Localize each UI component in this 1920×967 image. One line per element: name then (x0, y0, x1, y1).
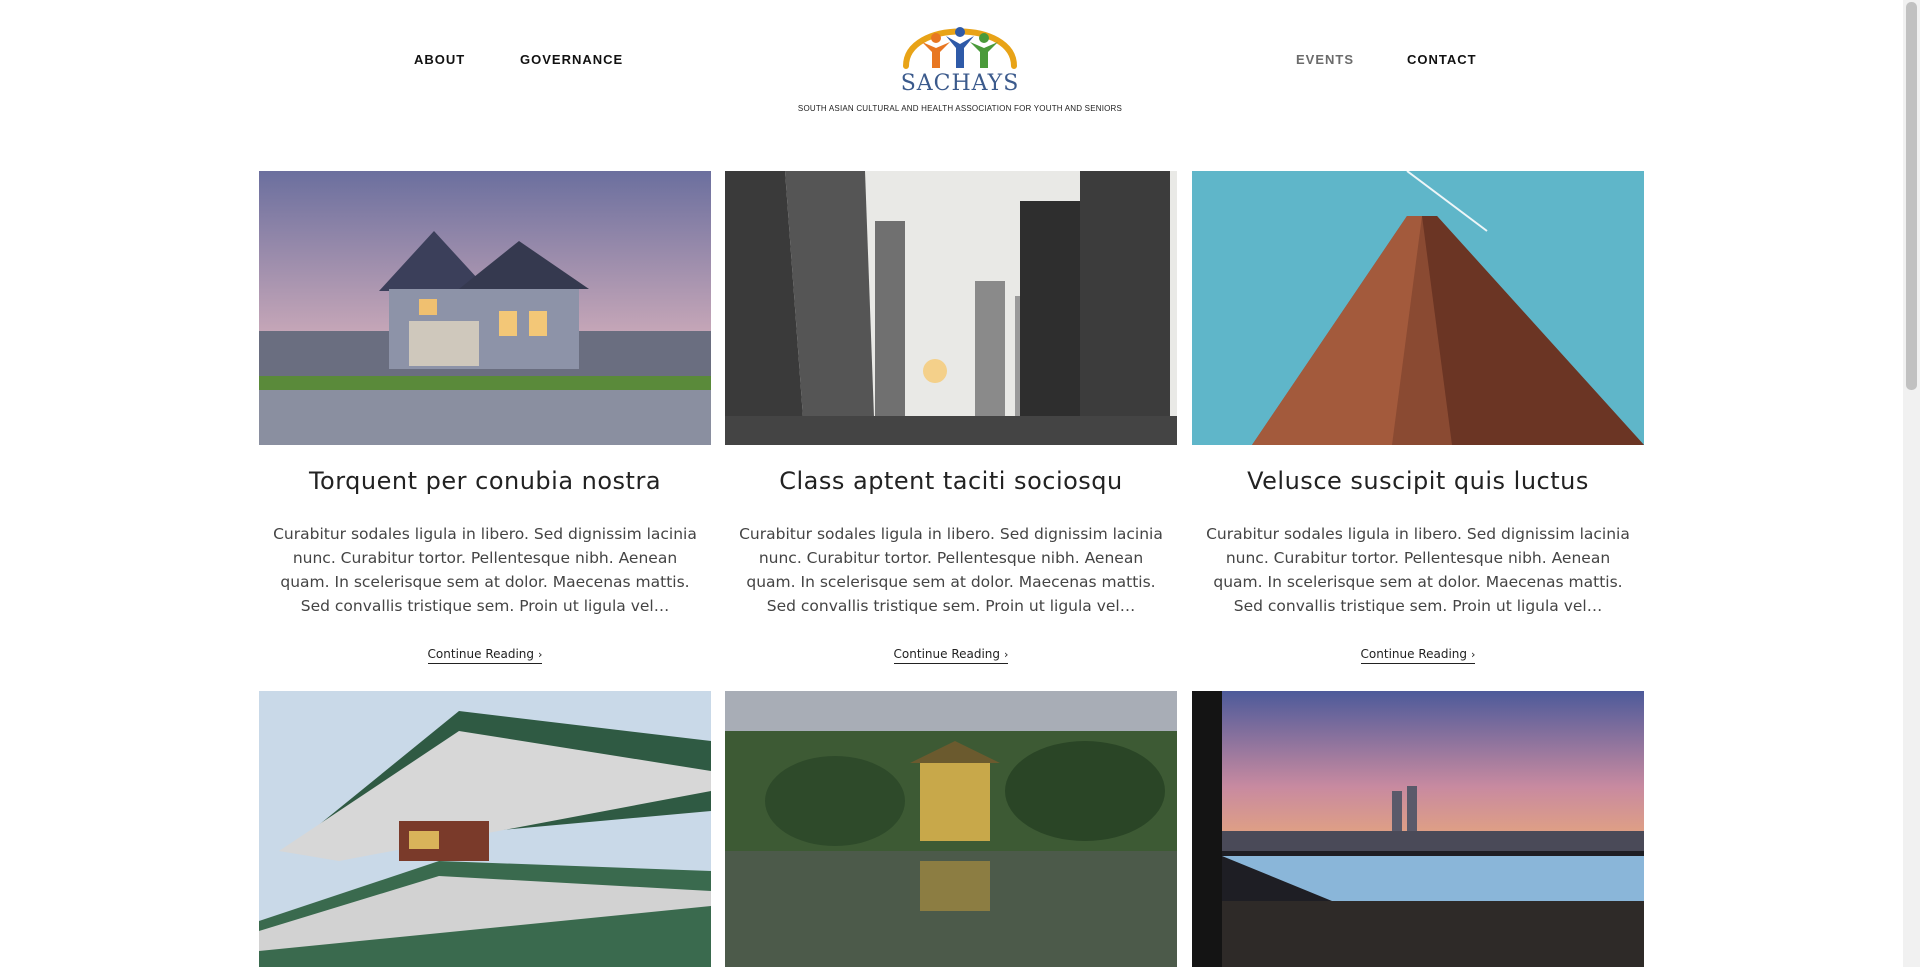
chevron-right-icon: › (1004, 648, 1009, 661)
post-excerpt: Curabitur sodales ligula in libero. Sed … (739, 525, 1163, 615)
continue-reading-label: Continue Reading (1360, 647, 1468, 661)
post-title[interactable]: Class aptent taciti sociosqu (725, 467, 1177, 495)
continue-reading-link[interactable]: Continue Reading › (1360, 647, 1476, 664)
infinity-pool-skyline-photo-icon (1192, 691, 1644, 967)
nav-about[interactable]: ABOUT (414, 52, 465, 67)
scrollbar[interactable] (1903, 0, 1920, 967)
post-image[interactable] (259, 691, 711, 967)
post-title[interactable]: Torquent per conubia nostra (259, 467, 711, 495)
post-image[interactable] (1192, 691, 1644, 967)
continue-reading-label: Continue Reading (893, 647, 1001, 661)
skyscraper-photo-icon (1192, 171, 1644, 445)
logo-tagline: SOUTH ASIAN CULTURAL AND HEALTH ASSOCIAT… (797, 104, 1123, 113)
continue-reading-label: Continue Reading (427, 647, 535, 661)
chevron-right-icon: › (538, 648, 543, 661)
post-title[interactable]: Velusce suscipit quis luctus (1192, 467, 1644, 495)
continue-reading-wrap: Continue Reading › (1192, 643, 1644, 664)
post-excerpt: Curabitur sodales ligula in libero. Sed … (1206, 525, 1630, 615)
city-street-photo-icon (725, 171, 1177, 445)
continue-reading-wrap: Continue Reading › (259, 643, 711, 664)
post-image[interactable] (725, 171, 1177, 445)
nav-contact[interactable]: CONTACT (1407, 52, 1477, 67)
post-image[interactable] (1192, 171, 1644, 445)
site-logo[interactable]: SACHAYS SOUTH ASIAN CULTURAL AND HEALTH … (787, 8, 1133, 118)
scrollbar-thumb[interactable] (1906, 2, 1917, 390)
post-excerpt: Curabitur sodales ligula in libero. Sed … (273, 525, 697, 615)
house-photo-icon (259, 171, 711, 445)
nav-events[interactable]: EVENTS (1296, 52, 1354, 67)
post-image[interactable] (259, 171, 711, 445)
continue-reading-link[interactable]: Continue Reading › (893, 647, 1009, 664)
post-image[interactable] (725, 691, 1177, 967)
site-header: ABOUT GOVERNANCE SACHAYS SOUTH ASIAN CUL… (0, 0, 1920, 140)
nav-governance[interactable]: GOVERNANCE (520, 52, 623, 67)
continue-reading-wrap: Continue Reading › (725, 643, 1177, 664)
logo-people-icon (903, 27, 1017, 69)
pagoda-roof-photo-icon (259, 691, 711, 967)
chevron-right-icon: › (1471, 648, 1476, 661)
golden-pavilion-photo-icon (725, 691, 1177, 967)
logo-wordmark: SACHAYS (900, 71, 1020, 96)
continue-reading-link[interactable]: Continue Reading › (427, 647, 543, 664)
